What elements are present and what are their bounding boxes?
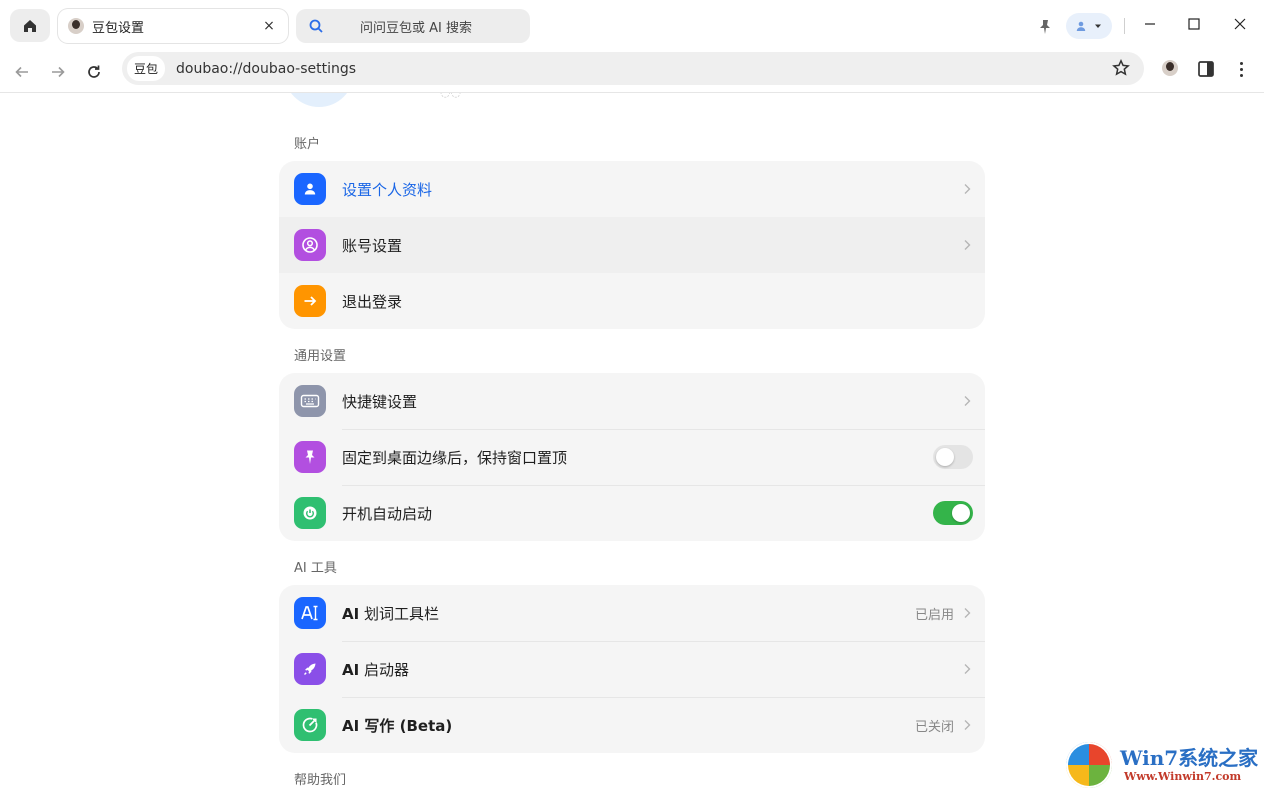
pin-on-top-label: 固定到桌面边缘后，保持窗口置顶 bbox=[342, 448, 568, 467]
more-menu-button[interactable] bbox=[1232, 60, 1250, 78]
ai-search-placeholder: 问问豆包或 AI 搜索 bbox=[360, 20, 472, 36]
side-panel-icon[interactable] bbox=[1197, 60, 1215, 78]
account-card: 设置个人资料 账号设置 退出登录 bbox=[279, 161, 985, 329]
pin-on-top-toggle[interactable] bbox=[933, 445, 973, 469]
bookmark-star-icon[interactable] bbox=[1112, 59, 1130, 77]
close-window-button[interactable] bbox=[1230, 14, 1250, 34]
ai-tools-card: AI 划词工具栏 已启用 AI 启动器 AI 写作 (Beta) 已关闭 bbox=[279, 585, 985, 753]
watermark-logo: Win7系统之家 Www.Winwin7.com bbox=[1064, 740, 1260, 790]
section-title-help: 帮助我们 bbox=[294, 773, 347, 788]
chevron-right-icon bbox=[964, 184, 971, 194]
ai-writing-status: 已关闭 bbox=[914, 719, 954, 735]
logout-label: 退出登录 bbox=[342, 292, 403, 311]
chevron-right-icon bbox=[964, 720, 971, 730]
profile-button[interactable] bbox=[1066, 13, 1112, 39]
chevron-right-icon bbox=[964, 664, 971, 674]
ai-text-toolbar-status: 已启用 bbox=[914, 607, 954, 623]
shortcut-settings-label: 快捷键设置 bbox=[342, 392, 418, 411]
reload-button[interactable] bbox=[82, 60, 106, 84]
profile-settings-label: 设置个人资料 bbox=[342, 180, 433, 199]
pin-tab-icon[interactable] bbox=[1036, 18, 1054, 36]
maximize-icon bbox=[1188, 18, 1200, 30]
watermark-title: Win7系统之家 bbox=[1120, 746, 1259, 770]
account-settings-label: 账号设置 bbox=[342, 236, 403, 255]
chevron-right-icon bbox=[964, 608, 971, 618]
search-icon bbox=[309, 19, 323, 33]
ai-writing-label: AI 写作 (Beta) bbox=[342, 716, 453, 735]
logout-row[interactable]: 退出登录 bbox=[279, 273, 985, 329]
section-title-general: 通用设置 bbox=[294, 349, 347, 364]
profile-settings-row[interactable]: 设置个人资料 bbox=[279, 161, 985, 217]
tab-strip: 豆包设置 × 问问豆包或 AI 搜索 bbox=[0, 0, 1264, 52]
text-cursor-icon bbox=[294, 597, 326, 629]
extension-avatar-icon[interactable] bbox=[1162, 60, 1178, 76]
compass-icon bbox=[294, 709, 326, 741]
back-button[interactable] bbox=[10, 60, 34, 84]
keyboard-icon bbox=[294, 385, 326, 417]
home-button[interactable] bbox=[10, 9, 50, 42]
chevron-right-icon bbox=[964, 240, 971, 250]
tab-close-button[interactable]: × bbox=[260, 18, 278, 34]
chevron-right-icon bbox=[964, 396, 971, 406]
rocket-icon bbox=[294, 653, 326, 685]
minimize-button[interactable] bbox=[1140, 14, 1160, 34]
auto-start-label: 开机自动启动 bbox=[342, 504, 433, 523]
power-icon bbox=[294, 497, 326, 529]
ai-launcher-row[interactable]: AI 启动器 bbox=[279, 641, 985, 697]
doubao-favicon-icon bbox=[68, 18, 84, 34]
auto-start-row: 开机自动启动 bbox=[279, 485, 985, 541]
account-circle-icon bbox=[294, 229, 326, 261]
home-icon bbox=[24, 19, 36, 32]
ai-writing-row[interactable]: AI 写作 (Beta) 已关闭 bbox=[279, 697, 985, 753]
windows-logo-icon bbox=[1066, 742, 1112, 788]
forward-button[interactable] bbox=[46, 60, 70, 84]
close-icon bbox=[1234, 18, 1246, 30]
settings-page: ◌◌ 账户 设置个人资料 账号设置 退出登录 通用设置 bbox=[0, 93, 1264, 792]
arrow-right-nav-icon bbox=[52, 66, 65, 78]
section-title-ai-tools: AI 工具 bbox=[294, 561, 337, 576]
section-title-account: 账户 bbox=[294, 137, 321, 152]
url-text[interactable]: doubao://doubao-settings bbox=[176, 61, 356, 77]
ai-text-toolbar-label: AI 划词工具栏 bbox=[342, 604, 439, 623]
username-fragment: ◌◌ bbox=[440, 93, 461, 99]
user-avatar[interactable] bbox=[284, 93, 354, 107]
active-tab[interactable]: 豆包设置 × bbox=[58, 9, 288, 43]
pin-icon bbox=[294, 441, 326, 473]
chevron-down-icon bbox=[1095, 24, 1101, 28]
maximize-button[interactable] bbox=[1184, 14, 1204, 34]
account-settings-row[interactable]: 账号设置 bbox=[279, 217, 985, 273]
general-card: 快捷键设置 固定到桌面边缘后，保持窗口置顶 开机自动启动 bbox=[279, 373, 985, 541]
browser-toolbar: 豆包 doubao://doubao-settings bbox=[0, 52, 1264, 92]
watermark-url: Www.Winwin7.com bbox=[1124, 770, 1242, 783]
pin-on-top-row: 固定到桌面边缘后，保持窗口置顶 bbox=[279, 429, 985, 485]
reload-icon bbox=[88, 65, 100, 78]
ai-search-pill[interactable]: 问问豆包或 AI 搜索 bbox=[296, 9, 530, 43]
minimize-icon bbox=[1145, 23, 1155, 25]
window-controls-divider bbox=[1124, 18, 1125, 34]
ai-launcher-label: AI 启动器 bbox=[342, 660, 409, 679]
arrow-left-icon bbox=[15, 66, 28, 78]
arrow-right-icon bbox=[294, 285, 326, 317]
profile-icon bbox=[1076, 21, 1086, 31]
ai-text-toolbar-row[interactable]: AI 划词工具栏 已启用 bbox=[279, 585, 985, 641]
auto-start-toggle[interactable] bbox=[933, 501, 973, 525]
tab-title: 豆包设置 bbox=[92, 20, 145, 36]
shortcut-settings-row[interactable]: 快捷键设置 bbox=[279, 373, 985, 429]
address-bar[interactable]: 豆包 doubao://doubao-settings bbox=[122, 52, 1144, 85]
person-icon bbox=[294, 173, 326, 205]
site-chip[interactable]: 豆包 bbox=[127, 56, 166, 81]
